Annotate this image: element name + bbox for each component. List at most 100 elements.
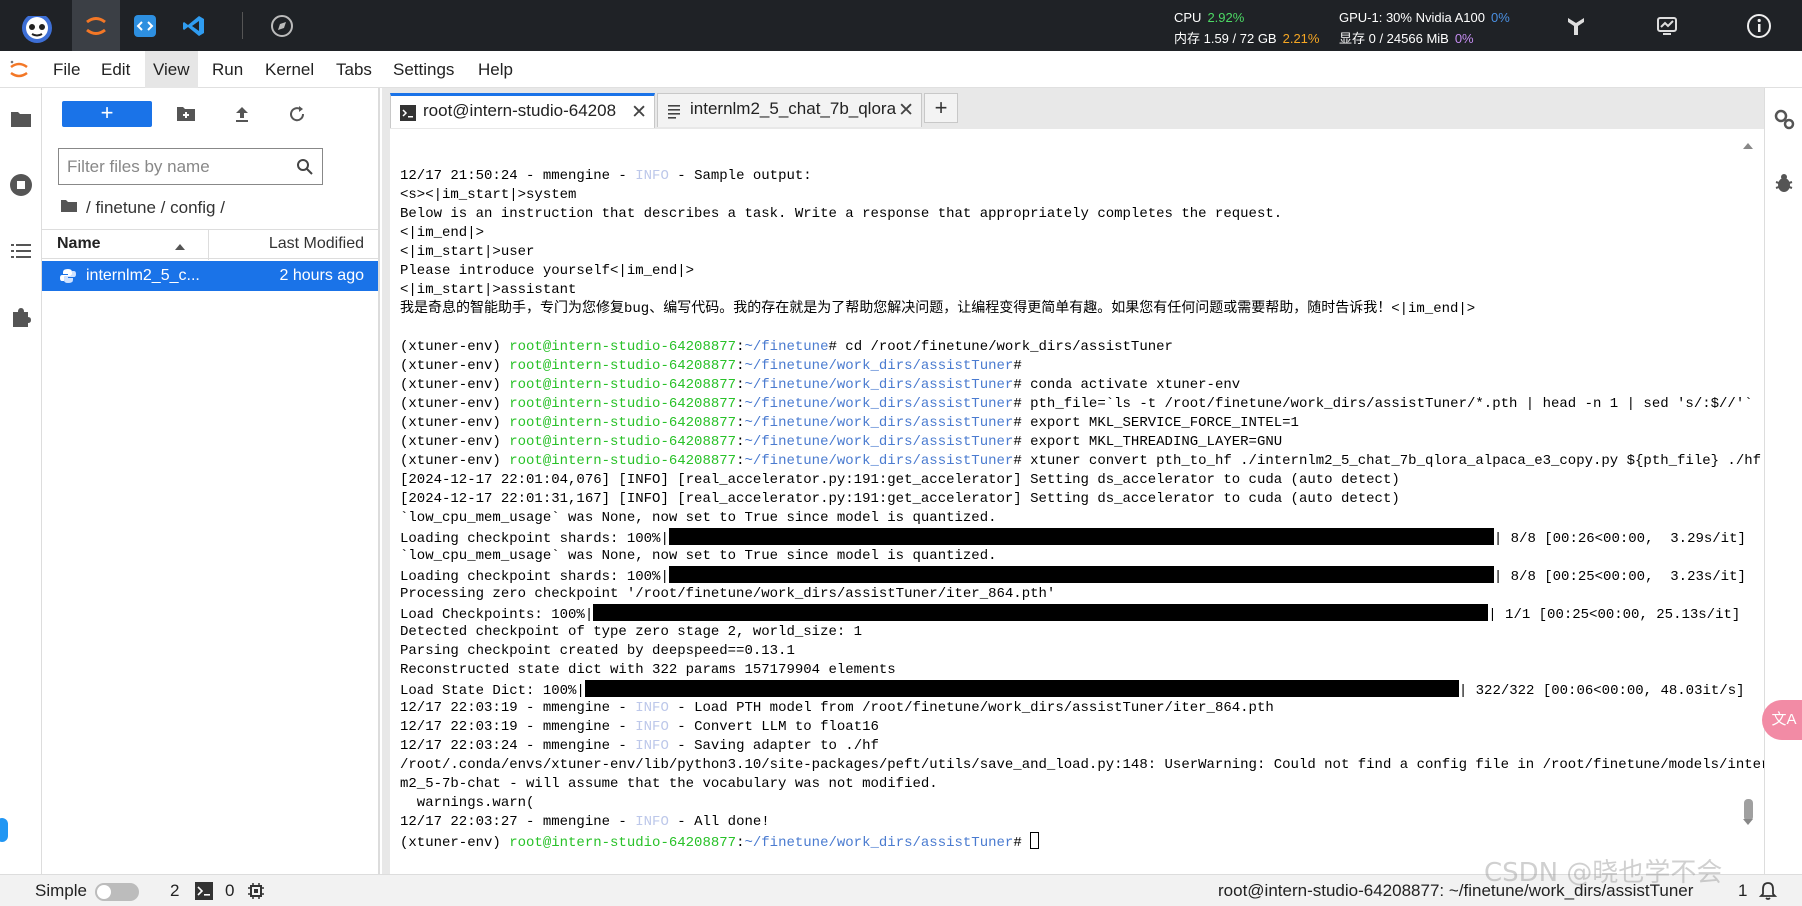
- translate-icon[interactable]: 文A: [1762, 700, 1802, 740]
- name-column-header[interactable]: Name: [57, 235, 101, 253]
- terminal-text: Please introduce yourself<|im_end|>: [400, 263, 695, 279]
- terminal-text: - All done!: [668, 814, 770, 830]
- menu-settings[interactable]: Settings: [385, 51, 462, 88]
- terminal-line: (xtuner-env) root@intern-studio-64208877…: [400, 395, 1753, 414]
- scroll-down-icon[interactable]: [1742, 813, 1754, 831]
- terminal-text: ~/finetune/work_dirs/assistTuner: [744, 434, 1014, 450]
- terminal-line: (xtuner-env) root@intern-studio-64208877…: [400, 357, 1730, 376]
- table-of-contents-icon[interactable]: [8, 238, 34, 264]
- terminal-scrollbar[interactable]: [1742, 129, 1754, 874]
- terminal-text: Load Checkpoints: 100%|: [400, 607, 594, 623]
- kernel-icon[interactable]: [247, 882, 265, 905]
- terminal-line: 12/17 22:03:24 - mmengine - INFO - Savin…: [400, 737, 1730, 756]
- terminal-cursor: [1030, 832, 1040, 849]
- vscode-icon[interactable]: [170, 0, 218, 51]
- terminal-text: `low_cpu_mem_usage` was None, now set to…: [400, 510, 997, 526]
- line-number: 1: [1738, 881, 1748, 900]
- terminal-text: # xtuner convert pth_to_hf ./internlm2_5…: [1013, 453, 1762, 469]
- property-inspector-icon[interactable]: [1773, 108, 1795, 135]
- terminal-text: Loading checkpoint shards: 100%|: [400, 569, 669, 585]
- menu-view[interactable]: View: [145, 51, 198, 88]
- terminal-text: root@intern-studio-64208877: [509, 453, 737, 469]
- terminal-text: <|im_end|>: [400, 225, 485, 241]
- menu-tabs[interactable]: Tabs: [328, 51, 380, 88]
- terminal-text: # export MKL_THREADING_LAYER=GNU: [1013, 434, 1283, 450]
- menu-bar: File Edit View Run Kernel Tabs Settings …: [0, 51, 1802, 88]
- terminal-line: 12/17 22:03:19 - mmengine - INFO - Conve…: [400, 718, 1730, 737]
- menu-help[interactable]: Help: [470, 51, 521, 88]
- menu-run[interactable]: Run: [204, 51, 251, 88]
- text-file-icon: [667, 103, 681, 124]
- terminal-text: (xtuner-env): [400, 434, 510, 450]
- collapse-handle[interactable]: [0, 818, 8, 842]
- breadcrumb-path[interactable]: / finetune / config /: [86, 198, 225, 218]
- upload-icon[interactable]: [229, 101, 255, 127]
- debugger-icon[interactable]: [1773, 172, 1795, 199]
- terminal-text: root@intern-studio-64208877: [509, 339, 737, 355]
- modified-column-header[interactable]: Last Modified: [269, 235, 364, 253]
- terminal-line: Processing zero checkpoint '/root/finetu…: [400, 585, 1730, 604]
- notification-bell-icon[interactable]: [1758, 881, 1778, 906]
- info-icon[interactable]: [1735, 0, 1783, 51]
- terminal-text: | 8/8 [00:25<00:00, 3.23s/it]: [1493, 569, 1746, 585]
- terminal-text: # cd /root/finetune/work_dirs/assistTune…: [828, 339, 1173, 355]
- terminal-text: | 322/322 [00:06<00:00, 48.03it/s]: [1458, 683, 1745, 699]
- jupyter-logo-icon: [8, 59, 30, 81]
- kernel-count[interactable]: 0: [225, 881, 234, 901]
- terminal-line: Reconstructed state dict with 322 params…: [400, 661, 1730, 680]
- monitor-icon[interactable]: [1643, 0, 1691, 51]
- terminal-text: #: [1013, 358, 1022, 374]
- terminal-line: (xtuner-env) root@intern-studio-64208877…: [400, 414, 1730, 433]
- terminal-icon[interactable]: [195, 882, 213, 905]
- terminal-line: <|im_start|>user: [400, 243, 1730, 262]
- file-list-item[interactable]: internlm2_5_c... 2 hours ago: [42, 261, 378, 291]
- tab-config-file[interactable]: internlm2_5_chat_7b_qlora ✕: [657, 93, 922, 127]
- terminal-text: Detected checkpoint of type zero stage 2…: [400, 624, 863, 640]
- terminal-text: INFO: [635, 738, 669, 754]
- refresh-icon[interactable]: [284, 101, 310, 127]
- compass-icon[interactable]: [258, 0, 306, 51]
- terminal-count[interactable]: 2: [170, 881, 179, 901]
- close-icon[interactable]: ✕: [631, 101, 647, 124]
- menu-kernel[interactable]: Kernel: [257, 51, 322, 88]
- terminal-text: (xtuner-env): [400, 453, 510, 469]
- extensions-icon[interactable]: [8, 304, 34, 330]
- file-modified: 2 hours ago: [279, 267, 364, 284]
- mem-stat: 内存 1.59 / 72 GB 2.21%: [1174, 28, 1325, 47]
- terminal-text: Processing zero checkpoint '/root/finetu…: [400, 586, 1056, 602]
- terminal-line: <|im_end|>: [400, 224, 1730, 243]
- tab-terminal[interactable]: root@intern-studio-64208 ✕: [390, 93, 655, 128]
- column-divider[interactable]: [208, 230, 209, 260]
- terminal-text: 12/17 22:03:27 - mmengine -: [400, 814, 636, 830]
- terminal-text: ~/finetune/work_dirs/assistTuner: [744, 396, 1014, 412]
- terminal-text: root@intern-studio-64208877: [509, 835, 737, 851]
- jupyter-icon[interactable]: [72, 0, 120, 51]
- terminal-text: /root/.conda/envs/xtuner-env/lib/python3…: [400, 757, 1764, 773]
- terminal-line: Load Checkpoints: 100%| | 1/1 [00:25<00:0…: [400, 604, 1740, 623]
- simple-mode-toggle[interactable]: [95, 883, 139, 901]
- system-top-bar: CPU 2.92% 内存 1.59 / 72 GB 2.21% GPU-1: 30%…: [0, 0, 1802, 51]
- fork-icon[interactable]: [1552, 0, 1600, 51]
- terminal-view[interactable]: 12/17 21:50:24 - mmengine - INFO - Sampl…: [390, 129, 1764, 874]
- search-icon: [296, 158, 314, 181]
- folder-icon[interactable]: [8, 106, 34, 132]
- intern-studio-logo[interactable]: [12, 0, 62, 51]
- sort-ascending-icon[interactable]: [174, 238, 186, 256]
- code-editor-icon[interactable]: [121, 0, 169, 51]
- menu-edit[interactable]: Edit: [93, 51, 138, 88]
- main-dock-area: root@intern-studio-64208 ✕ internlm2_5_c…: [382, 88, 1764, 874]
- menu-file[interactable]: File: [45, 51, 88, 88]
- close-icon[interactable]: ✕: [898, 99, 914, 122]
- new-folder-icon[interactable]: [173, 101, 199, 127]
- folder-icon[interactable]: [60, 198, 78, 219]
- progress-bar: [668, 566, 1494, 583]
- terminal-text: ~/finetune/work_dirs/assistTuner: [744, 415, 1014, 431]
- file-filter-input[interactable]: [67, 155, 282, 179]
- terminal-text: root@intern-studio-64208877: [509, 396, 737, 412]
- new-launcher-button[interactable]: +: [62, 101, 152, 127]
- running-sessions-icon[interactable]: [8, 172, 34, 198]
- add-tab-button[interactable]: +: [924, 93, 958, 123]
- scroll-up-icon[interactable]: [1742, 137, 1754, 155]
- terminal-line: 12/17 22:03:19 - mmengine - INFO - Load …: [400, 699, 1730, 718]
- terminal-text: Loading checkpoint shards: 100%|: [400, 531, 669, 547]
